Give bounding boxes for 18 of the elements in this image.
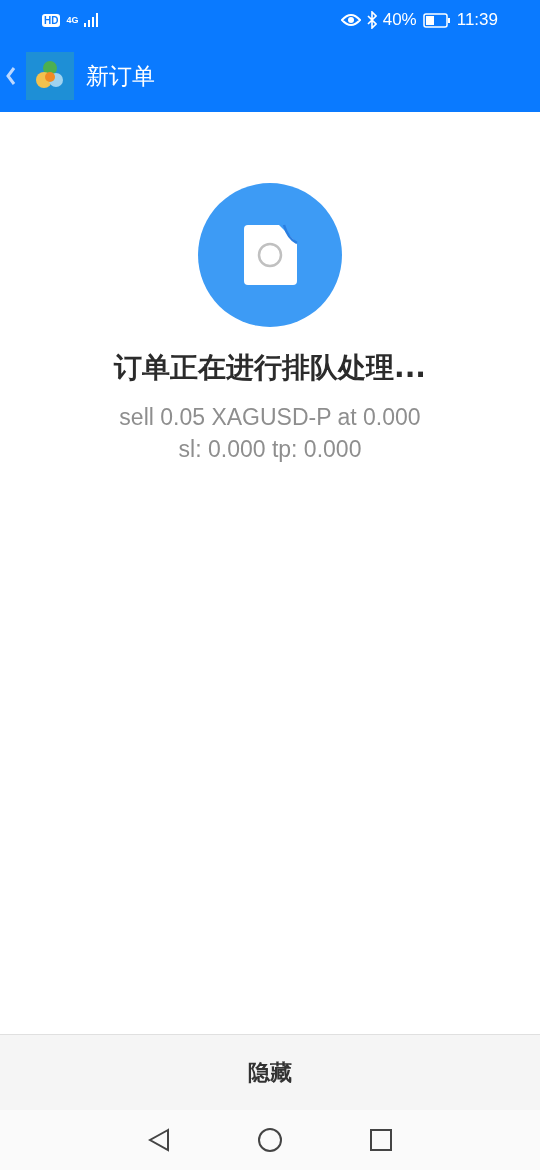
recents-icon[interactable] bbox=[370, 1129, 392, 1151]
document-loading-icon bbox=[198, 183, 342, 327]
eye-icon bbox=[340, 13, 361, 27]
home-icon[interactable] bbox=[258, 1128, 282, 1152]
bluetooth-icon bbox=[366, 11, 377, 29]
order-details: sell 0.05 XAGUSD-P at 0.000 bbox=[119, 403, 421, 432]
app-logo-icon bbox=[26, 52, 74, 100]
status-message: 订单正在进行排队处理... bbox=[114, 350, 426, 386]
network-type: 4G bbox=[66, 15, 79, 25]
battery-icon bbox=[422, 12, 451, 28]
clock: 11:39 bbox=[456, 10, 498, 30]
battery-percent: 40% bbox=[382, 10, 417, 30]
hide-button[interactable]: 隐藏 bbox=[0, 1035, 540, 1110]
order-details: sl: 0.000 tp: 0.000 bbox=[178, 435, 362, 464]
screen-title: 新订单 bbox=[86, 61, 155, 91]
hd-icon: HD bbox=[42, 13, 61, 27]
signal-icon bbox=[84, 13, 101, 27]
back-icon[interactable] bbox=[148, 1128, 170, 1152]
